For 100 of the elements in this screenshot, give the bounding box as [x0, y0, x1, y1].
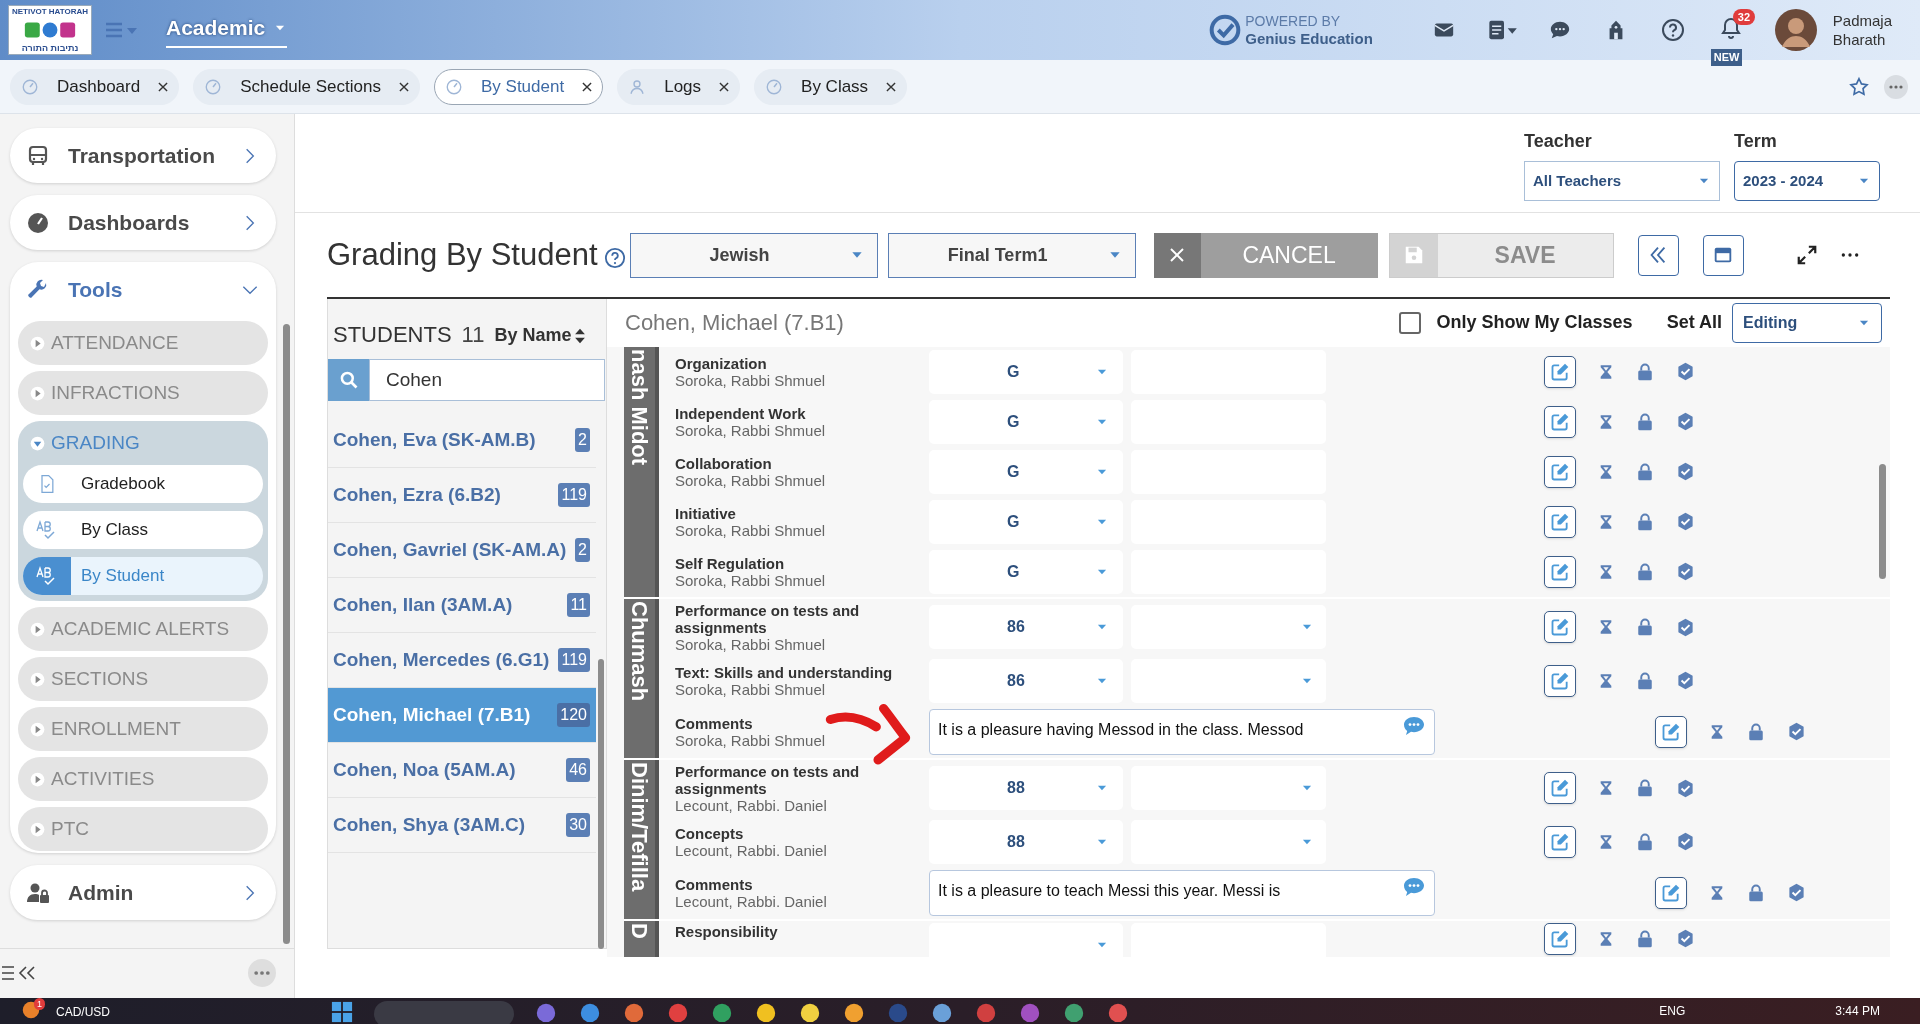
lock-icon[interactable]	[1636, 511, 1654, 532]
collapse-button[interactable]	[1637, 234, 1679, 276]
close-icon[interactable]	[397, 79, 411, 94]
scrollbar[interactable]	[1879, 464, 1886, 579]
lock-icon[interactable]	[1636, 561, 1654, 582]
grade-dropdown[interactable]: G	[929, 549, 1123, 594]
close-icon[interactable]	[156, 79, 171, 94]
sidebar-item[interactable]: Transportation	[10, 128, 276, 183]
filter-dropdown[interactable]: 2023 - 2024	[1734, 161, 1880, 201]
app-icon[interactable]	[754, 1001, 778, 1023]
grade-dropdown[interactable]: G	[929, 449, 1123, 494]
help-icon[interactable]	[603, 247, 626, 269]
check-badge-icon[interactable]	[1787, 722, 1806, 742]
windows-icon[interactable]	[330, 1001, 354, 1023]
tab[interactable]: By Class	[754, 68, 908, 105]
check-badge-icon[interactable]	[1676, 832, 1695, 852]
lock-icon[interactable]	[1636, 778, 1654, 799]
grade-dropdown[interactable]: G	[929, 499, 1123, 544]
mode-dropdown[interactable]: Editing	[1732, 302, 1882, 343]
app-icon[interactable]	[578, 1001, 602, 1023]
checkbox[interactable]	[1398, 311, 1421, 334]
student-row[interactable]: Cohen, Noa (5AM.A) 46	[328, 743, 596, 798]
scrollbar[interactable]	[598, 659, 604, 949]
check-badge-icon[interactable]	[1676, 617, 1695, 637]
check-badge-icon[interactable]	[1787, 883, 1806, 903]
sidebar-subitem[interactable]: Gradebook	[23, 465, 263, 503]
app-icon[interactable]	[1062, 1001, 1086, 1023]
check-badge-icon[interactable]	[1676, 512, 1695, 532]
comment-field[interactable]: It is a pleasure to teach Messi this year. Messi is	[929, 869, 1435, 916]
check-badge-icon[interactable]	[1676, 362, 1695, 382]
search-field[interactable]: Cohen	[369, 359, 605, 401]
student-row[interactable]: Cohen, Gavriel (SK-AM.A) 2	[328, 523, 596, 578]
app-icon[interactable]	[710, 1001, 734, 1023]
grade-dropdown[interactable]: 88	[929, 819, 1123, 864]
sort-button[interactable]: By Name	[494, 322, 588, 349]
student-row[interactable]: Cohen, Eva (SK-AM.B) 2	[328, 413, 596, 468]
check-badge-icon[interactable]	[1676, 462, 1695, 482]
lock-icon[interactable]	[1636, 361, 1654, 382]
close-icon[interactable]	[580, 79, 595, 94]
filter-dropdown[interactable]: All Teachers	[1524, 161, 1720, 201]
avatar[interactable]	[1774, 9, 1817, 51]
sidebar-subitem[interactable]: By Class	[23, 511, 263, 549]
edit-button[interactable]	[1655, 715, 1687, 748]
check-badge-icon[interactable]	[1676, 412, 1695, 432]
lock-icon[interactable]	[1747, 721, 1765, 742]
check-badge-icon[interactable]	[1676, 562, 1695, 582]
tab[interactable]: Schedule Sections	[193, 68, 420, 105]
edit-button[interactable]	[1544, 772, 1576, 805]
panel-button[interactable]	[1702, 234, 1744, 276]
sidebar-item[interactable]: Tools	[10, 262, 276, 317]
toolbar-dropdown[interactable]: Final Term1	[887, 232, 1136, 278]
student-row[interactable]: Cohen, Ezra (6.B2) 119	[328, 468, 596, 523]
lock-icon[interactable]	[1636, 461, 1654, 482]
student-row[interactable]: Cohen, Michael (7.B1) 120	[328, 688, 596, 743]
app-icon[interactable]	[622, 1001, 646, 1023]
search-field[interactable]	[374, 1001, 514, 1024]
edit-button[interactable]	[1544, 405, 1576, 438]
edit-button[interactable]	[1544, 922, 1576, 955]
tab[interactable]: Dashboard	[10, 68, 180, 105]
lock-icon[interactable]	[1636, 928, 1654, 949]
scrollbar[interactable]	[283, 324, 290, 944]
help-icon[interactable]	[1660, 18, 1685, 42]
edit-button[interactable]	[1544, 664, 1576, 697]
tab[interactable]: By Student	[434, 68, 604, 105]
sidebar-item[interactable]: Admin	[10, 865, 276, 920]
grade-dropdown[interactable]: 86	[929, 658, 1123, 703]
lock-icon[interactable]	[1636, 670, 1654, 691]
sidebar-item[interactable]: Dashboards	[10, 195, 276, 250]
close-icon[interactable]	[717, 79, 732, 94]
star-icon[interactable]	[1848, 75, 1870, 98]
grade-dropdown[interactable]: 88	[929, 766, 1123, 811]
grade-dropdown[interactable]: G	[929, 399, 1123, 444]
app-icon[interactable]	[798, 1001, 822, 1023]
edit-button[interactable]	[1544, 825, 1576, 858]
check-badge-icon[interactable]	[1676, 671, 1695, 691]
app-icon[interactable]	[842, 1001, 866, 1023]
lock-icon[interactable]	[1747, 882, 1765, 903]
app-icon[interactable]	[930, 1001, 954, 1023]
close-icon[interactable]	[884, 79, 899, 94]
lock-icon[interactable]	[1636, 617, 1654, 638]
edit-button[interactable]	[1544, 455, 1576, 488]
lock-icon[interactable]	[1636, 411, 1654, 432]
sidebar-subitem[interactable]: By Student	[23, 557, 263, 595]
edit-button[interactable]	[1544, 355, 1576, 388]
edit-button[interactable]	[1544, 611, 1576, 644]
edit-button[interactable]	[1544, 555, 1576, 588]
chat-icon[interactable]	[1548, 19, 1571, 41]
comment-field[interactable]: It is a pleasure having Messod in the class. Messod	[929, 708, 1435, 755]
grade-dropdown[interactable]: G	[929, 349, 1123, 394]
lock-icon[interactable]	[1636, 831, 1654, 852]
check-badge-icon[interactable]	[1676, 778, 1695, 798]
student-row[interactable]: Cohen, Shya (3AM.C) 30	[328, 798, 596, 853]
toolbar-dropdown[interactable]: Jewish	[629, 232, 878, 278]
student-row[interactable]: Cohen, Ilan (3AM.A) 11	[328, 578, 596, 633]
tab[interactable]: Logs	[617, 68, 741, 105]
expand-icon[interactable]	[1795, 244, 1818, 266]
grade-dropdown[interactable]: 86	[929, 605, 1123, 650]
search-button[interactable]	[328, 359, 369, 401]
check-badge-icon[interactable]	[1676, 929, 1695, 949]
edit-button[interactable]	[1544, 505, 1576, 538]
